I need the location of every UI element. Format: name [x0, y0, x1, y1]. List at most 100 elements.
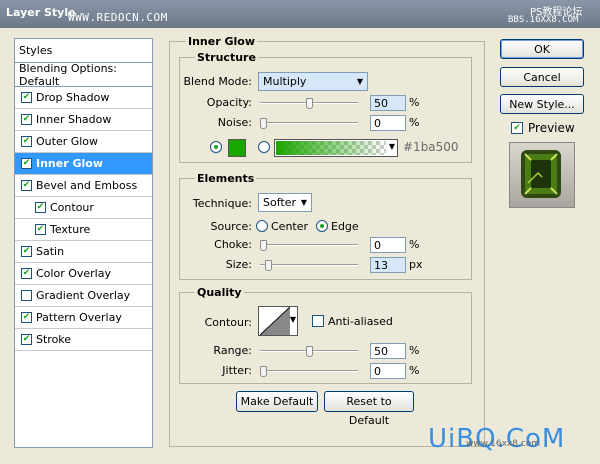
preview-label[interactable]: Preview [528, 121, 575, 135]
style-item-checkbox[interactable] [21, 290, 32, 301]
chevron-down-icon: ▼ [300, 198, 307, 207]
opacity-slider[interactable] [260, 98, 358, 109]
make-default-button[interactable]: Make Default [236, 391, 318, 412]
style-item-checkbox[interactable] [21, 136, 32, 147]
glow-color-hex: #1ba500 [403, 140, 459, 154]
style-item-color-overlay[interactable]: Color Overlay [15, 263, 152, 285]
chevron-down-icon: ▼ [289, 315, 296, 324]
source-edge-radio[interactable] [316, 220, 328, 232]
watermark-top-right-2: BBS.16XX8.COM [508, 15, 579, 25]
ok-button[interactable]: OK [500, 39, 584, 59]
style-item-label: Drop Shadow [36, 91, 110, 104]
opacity-unit: % [409, 96, 420, 109]
style-item-contour[interactable]: Contour [15, 197, 152, 219]
style-preview-thumbnail [509, 142, 575, 208]
opacity-input[interactable]: 50 [370, 95, 406, 111]
inner-glow-title: Inner Glow [186, 35, 257, 48]
style-item-checkbox[interactable] [21, 180, 32, 191]
style-item-label: Inner Shadow [36, 113, 112, 126]
blending-options-item[interactable]: Blending Options: Default [15, 62, 152, 88]
jitter-slider-thumb[interactable] [260, 366, 267, 377]
style-item-checkbox[interactable] [21, 158, 32, 169]
style-item-pattern-overlay[interactable]: Pattern Overlay [15, 307, 152, 329]
style-item-label: Inner Glow [36, 157, 103, 170]
opacity-slider-thumb[interactable] [306, 98, 313, 109]
style-item-checkbox[interactable] [21, 246, 32, 257]
technique-label: Technique: [192, 197, 252, 210]
style-item-inner-glow[interactable]: Inner Glow [15, 153, 152, 175]
window-title: Layer Style [6, 6, 76, 19]
choke-input[interactable]: 0 [370, 237, 406, 253]
opacity-label: Opacity: [206, 96, 252, 109]
range-slider-thumb[interactable] [306, 346, 313, 357]
styles-header[interactable]: Styles [15, 39, 152, 63]
blend-mode-label: Blend Mode: [183, 75, 253, 88]
cancel-button[interactable]: Cancel [500, 67, 584, 87]
style-item-checkbox[interactable] [21, 92, 32, 103]
jitter-input[interactable]: 0 [370, 363, 406, 379]
structure-title: Structure [195, 51, 258, 64]
gradient-radio[interactable] [258, 141, 270, 153]
anti-aliased-checkbox[interactable] [312, 315, 324, 327]
choke-slider[interactable] [260, 240, 358, 251]
jitter-slider[interactable] [260, 366, 358, 377]
noise-slider[interactable] [260, 118, 358, 129]
solid-color-radio[interactable] [210, 141, 222, 153]
choke-slider-thumb[interactable] [260, 240, 267, 251]
preview-gem-icon [521, 150, 561, 198]
watermark-bottom-small: www.16xx8.com [466, 439, 541, 449]
size-slider[interactable] [260, 260, 358, 271]
chevron-down-icon: ▼ [356, 77, 363, 86]
technique-select[interactable]: Softer ▼ [258, 193, 312, 212]
source-edge-label[interactable]: Edge [331, 220, 359, 233]
glow-color-swatch[interactable] [228, 139, 246, 157]
style-item-checkbox[interactable] [21, 114, 32, 125]
gradient-picker[interactable]: ▼ [274, 139, 398, 157]
style-item-label: Gradient Overlay [36, 289, 131, 302]
style-item-stroke[interactable]: Stroke [15, 329, 152, 351]
style-item-checkbox[interactable] [21, 334, 32, 345]
watermark-top: WWW.REDOCN.COM [68, 11, 168, 24]
style-item-checkbox[interactable] [35, 224, 46, 235]
choke-label: Choke: [214, 238, 252, 251]
choke-unit: % [409, 238, 420, 251]
elements-title: Elements [195, 172, 257, 185]
reset-to-default-button[interactable]: Reset to Default [324, 391, 414, 427]
jitter-label: Jitter: [222, 364, 252, 377]
style-item-label: Stroke [36, 333, 72, 346]
range-input[interactable]: 50 [370, 343, 406, 359]
style-item-inner-shadow[interactable]: Inner Shadow [15, 109, 152, 131]
style-item-texture[interactable]: Texture [15, 219, 152, 241]
style-item-checkbox[interactable] [21, 268, 32, 279]
blend-mode-value: Multiply [263, 75, 307, 88]
contour-preview-icon [260, 307, 290, 335]
size-slider-thumb[interactable] [265, 260, 272, 271]
contour-picker[interactable]: ▼ [258, 306, 298, 336]
style-item-checkbox[interactable] [35, 202, 46, 213]
new-style-button[interactable]: New Style... [500, 94, 584, 114]
noise-label: Noise: [217, 116, 252, 129]
noise-unit: % [409, 116, 420, 129]
style-item-label: Outer Glow [36, 135, 99, 148]
size-label: Size: [225, 258, 252, 271]
preview-checkbox[interactable] [511, 122, 523, 134]
chevron-down-icon: ▼ [388, 142, 395, 151]
style-item-label: Color Overlay [36, 267, 111, 280]
source-center-radio[interactable] [256, 220, 268, 232]
source-center-label[interactable]: Center [271, 220, 308, 233]
size-input[interactable]: 13 [370, 257, 406, 273]
anti-aliased-label[interactable]: Anti-aliased [328, 315, 393, 328]
range-slider[interactable] [260, 346, 358, 357]
style-item-checkbox[interactable] [21, 312, 32, 323]
style-item-satin[interactable]: Satin [15, 241, 152, 263]
style-item-gradient-overlay[interactable]: Gradient Overlay [15, 285, 152, 307]
gradient-preview [276, 141, 386, 155]
noise-slider-thumb[interactable] [260, 118, 267, 129]
style-item-drop-shadow[interactable]: Drop Shadow [15, 87, 152, 109]
noise-input[interactable]: 0 [370, 115, 406, 131]
style-item-outer-glow[interactable]: Outer Glow [15, 131, 152, 153]
styles-list: Styles Blending Options: Default Drop Sh… [14, 38, 153, 448]
style-item-bevel-and-emboss[interactable]: Bevel and Emboss [15, 175, 152, 197]
technique-value: Softer [263, 196, 296, 209]
blend-mode-select[interactable]: Multiply ▼ [258, 72, 368, 91]
